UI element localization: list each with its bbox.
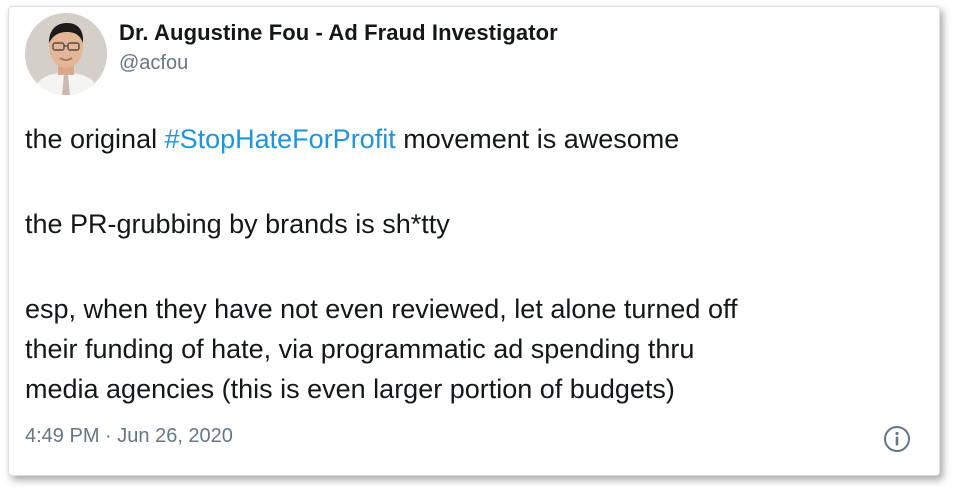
tweet-header: Dr. Augustine Fou - Ad Fraud Investigato…	[25, 13, 558, 95]
tweet-timestamp[interactable]: 4:49 PM · Jun 26, 2020	[25, 425, 233, 448]
tweet-paragraph-2: the PR-grubbing by brands is sh*tty	[25, 209, 450, 239]
avatar[interactable]	[25, 13, 107, 95]
tweet-time: 4:49 PM	[25, 425, 100, 447]
info-icon[interactable]	[883, 425, 911, 453]
tweet-paragraph-3-line-2: their funding of hate, via programmatic …	[25, 334, 695, 364]
text-segment: movement is awesome	[395, 124, 680, 154]
author-display-name[interactable]: Dr. Augustine Fou - Ad Fraud Investigato…	[119, 20, 558, 46]
tweet-card: Dr. Augustine Fou - Ad Fraud Investigato…	[8, 6, 940, 476]
tweet-paragraph-1: the original #StopHateForProfit movement…	[25, 119, 925, 159]
tweet-text: the original #StopHateForProfit movement…	[25, 119, 925, 409]
timestamp-separator: ·	[99, 425, 118, 447]
author-handle[interactable]: @acfou	[119, 52, 558, 75]
hashtag-link[interactable]: #StopHateForProfit	[165, 124, 396, 154]
author-names: Dr. Augustine Fou - Ad Fraud Investigato…	[119, 20, 558, 75]
profile-photo-icon	[25, 13, 107, 95]
tweet-paragraph-3-line-1: esp, when they have not even reviewed, l…	[25, 294, 738, 324]
tweet-paragraph-3-line-3: media agencies (this is even larger port…	[25, 374, 675, 404]
tweet-date: Jun 26, 2020	[117, 425, 233, 447]
text-segment: the original	[25, 124, 165, 154]
